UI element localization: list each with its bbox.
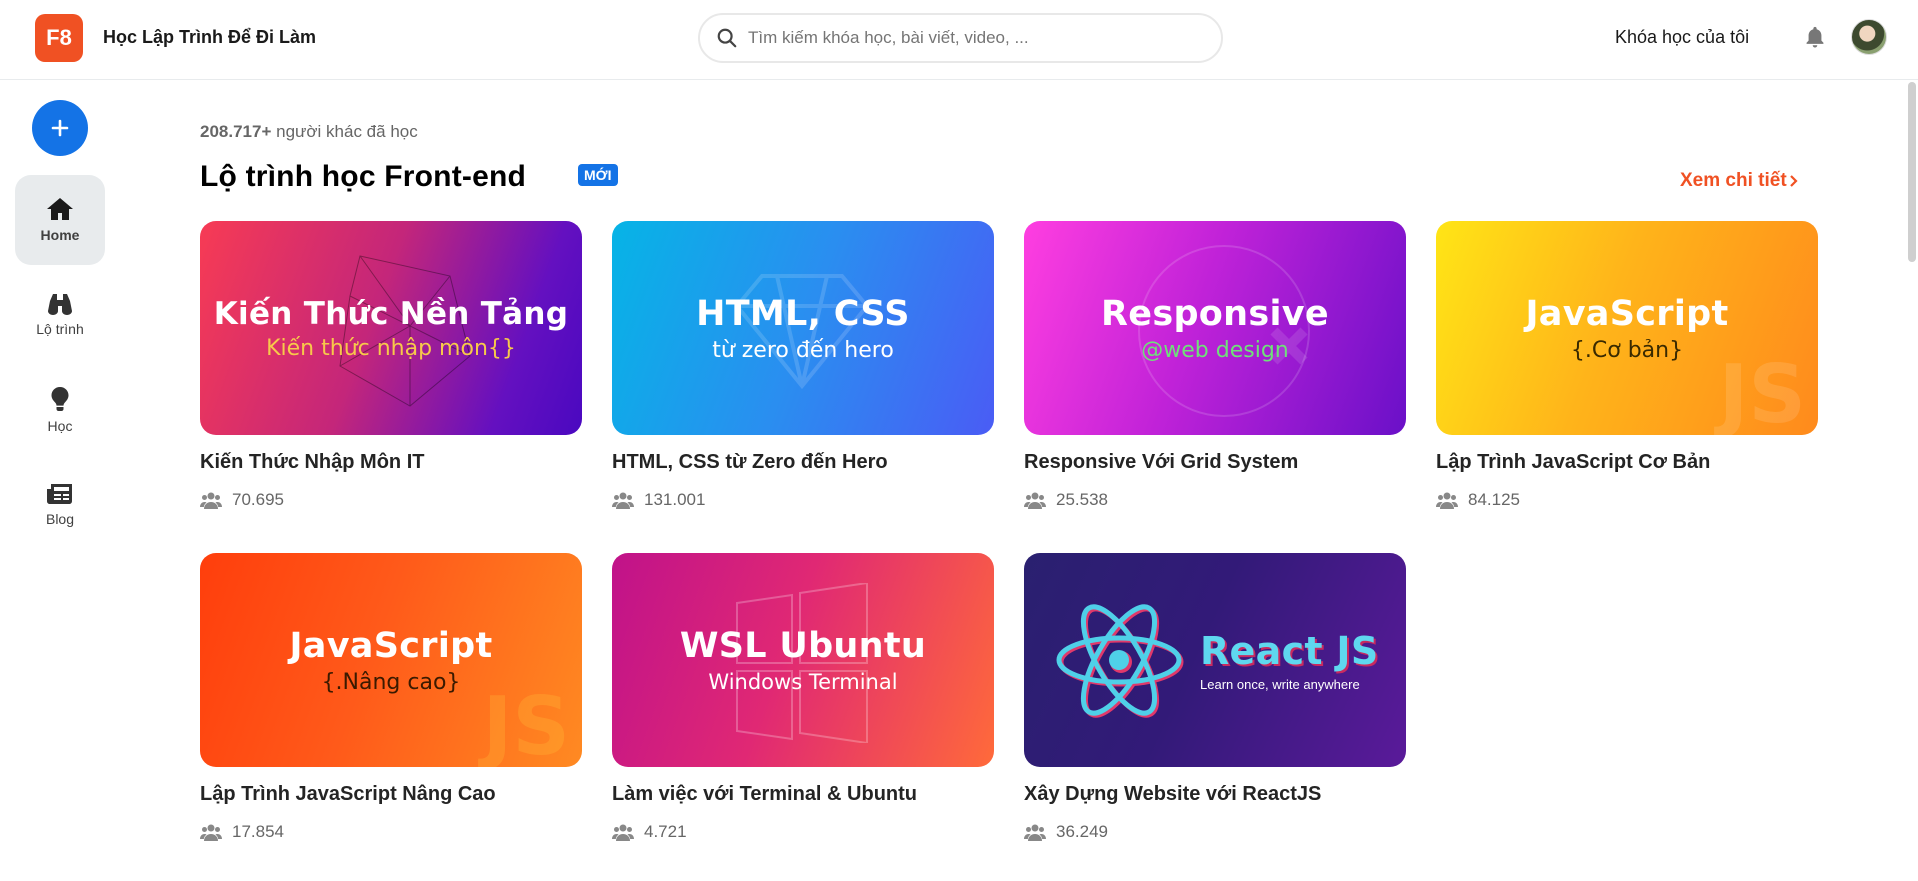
thumbnail-subtitle: {.Cơ bản} [1570,337,1684,363]
thumbnail-subtitle: từ zero đến hero [712,337,894,363]
new-badge: MỚI [578,164,618,186]
users-icon [612,824,634,841]
student-count: 4.721 [612,822,994,842]
f8-logo[interactable]: F8 [35,14,83,62]
course-card[interactable]: JS JavaScript {.Nâng cao} Lập Trình Java… [200,553,582,842]
student-count: 17.854 [200,822,582,842]
thumbnail-title: JavaScript [289,625,493,666]
course-thumbnail[interactable]: React JS Learn once, write anywhere [1024,553,1406,767]
course-card[interactable]: Responsive @web design Responsive Với Gr… [1024,221,1406,510]
sidebar-item-label: Home [40,227,80,243]
course-title[interactable]: HTML, CSS từ Zero đến Hero [612,451,994,474]
users-icon [1024,824,1046,841]
course-card[interactable]: JS JavaScript {.Cơ bản} Lập Trình JavaSc… [1436,221,1818,510]
react-atom-icon [1056,604,1184,718]
lightbulb-icon [51,387,69,411]
thumbnail-subtitle: {.Nâng cao} [321,669,461,695]
course-title[interactable]: Responsive Với Grid System [1024,451,1406,474]
thumbnail-title: Responsive [1101,293,1329,334]
page-scrollbar[interactable] [1908,82,1916,262]
home-icon [47,198,73,220]
student-count: 36.249 [1024,822,1406,842]
search-box[interactable] [698,13,1223,63]
plus-icon [51,119,69,137]
student-count: 70.695 [200,490,582,510]
thumbnail-title: Kiến Thức Nền Tảng [213,295,569,332]
section-title: Lộ trình học Front-end [200,160,527,193]
sidebar-item-label: Lộ trình [36,321,84,337]
create-button[interactable] [32,100,88,156]
course-card[interactable]: HTML, CSS từ zero đến hero HTML, CSS từ … [612,221,994,510]
sidebar-item-learn[interactable]: Học [15,365,105,455]
sidebar-item-home[interactable]: Home [15,175,105,265]
student-count: 131.001 [612,490,994,510]
user-avatar[interactable] [1851,19,1887,55]
course-thumbnail[interactable]: WSL Ubuntu Windows Terminal [612,553,994,767]
newspaper-icon [47,484,72,504]
search-icon [717,28,737,48]
learners-count: 208.717+ người khác đã học [200,122,418,141]
react-thumb-text: React JS Learn once, write anywhere [1200,629,1379,692]
sidebar-item-roadmap[interactable]: Lộ trình [15,270,105,360]
course-card[interactable]: WSL Ubuntu Windows Terminal Làm việc với… [612,553,994,842]
my-courses-link[interactable]: Khóa học của tôi [1615,27,1749,48]
brand-title[interactable]: Học Lập Trình Để Đi Làm [103,27,316,48]
thumbnail-title: JavaScript [1525,293,1729,334]
thumbnail-subtitle: Learn once, write anywhere [1200,676,1360,692]
course-card[interactable]: Kiến Thức Nền Tảng Kiến thức nhập môn{} … [200,221,582,510]
thumbnail-subtitle: @web design [1141,337,1289,363]
thumbnail-title: HTML, CSS [696,293,910,334]
course-thumbnail[interactable]: JS JavaScript {.Nâng cao} [200,553,582,767]
course-title[interactable]: Lập Trình JavaScript Nâng Cao [200,783,582,806]
users-icon [200,492,222,509]
course-title[interactable]: Lập Trình JavaScript Cơ Bản [1436,451,1818,474]
top-header: F8 Học Lập Trình Để Đi Làm Khóa học của … [0,0,1918,80]
binoculars-icon [48,294,72,315]
course-thumbnail[interactable]: Kiến Thức Nền Tảng Kiến thức nhập môn{} [200,221,582,435]
course-thumbnail[interactable]: JS JavaScript {.Cơ bản} [1436,221,1818,435]
thumbnail-title: WSL Ubuntu [679,626,927,666]
view-details-link[interactable]: Xem chi tiết [1680,170,1799,192]
users-icon [612,492,634,509]
thumbnail-title: React JS [1200,628,1379,673]
sidebar-item-blog[interactable]: Blog [15,460,105,550]
course-title[interactable]: Làm việc với Terminal & Ubuntu [612,783,994,806]
course-thumbnail[interactable]: HTML, CSS từ zero đến hero [612,221,994,435]
notification-bell-icon[interactable] [1804,25,1826,54]
users-icon [1436,492,1458,509]
student-count: 25.538 [1024,490,1406,510]
chevron-right-icon [1789,175,1798,187]
users-icon [1024,492,1046,509]
js-watermark: JS [1718,348,1806,435]
thumbnail-subtitle: Kiến thức nhập môn{} [266,335,516,361]
users-icon [200,824,222,841]
course-card[interactable]: React JS Learn once, write anywhere Xây … [1024,553,1406,842]
sidebar-item-label: Học [47,418,73,434]
thumbnail-subtitle: Windows Terminal [708,670,898,694]
course-thumbnail[interactable]: Responsive @web design [1024,221,1406,435]
course-title[interactable]: Xây Dựng Website với ReactJS [1024,783,1406,806]
search-input[interactable] [748,28,1188,48]
course-title[interactable]: Kiến Thức Nhập Môn IT [200,451,582,474]
student-count: 84.125 [1436,490,1818,510]
js-watermark: JS [482,680,570,767]
sidebar-item-label: Blog [45,511,75,527]
